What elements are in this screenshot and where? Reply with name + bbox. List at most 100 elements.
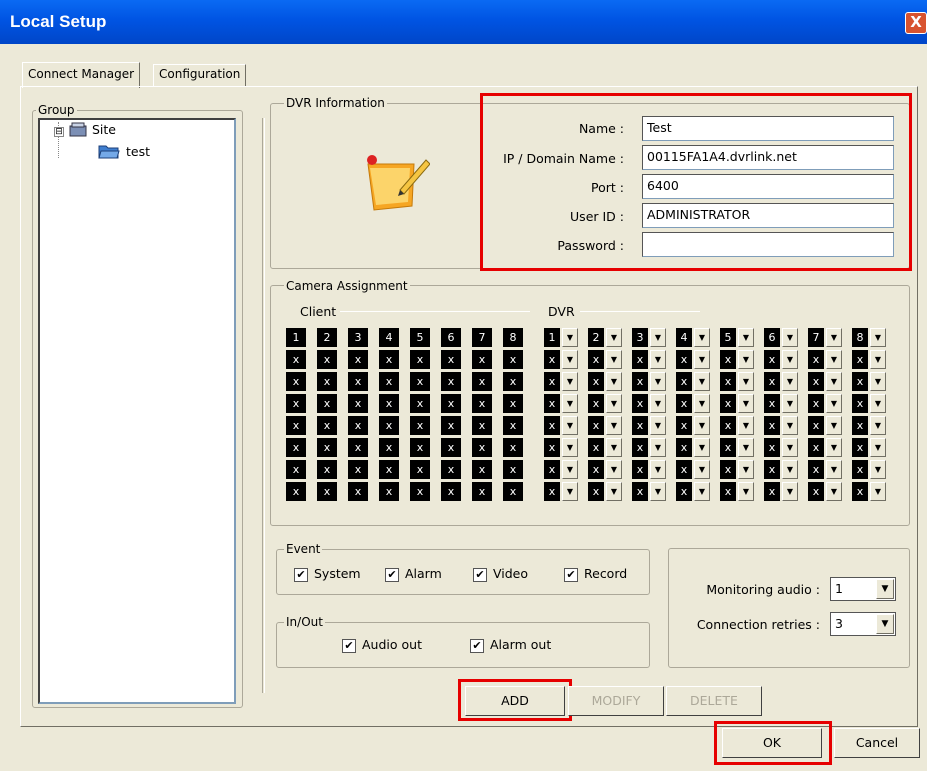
dropdown-arrow-icon[interactable]: ▼ bbox=[738, 350, 754, 369]
dvr-cell[interactable]: x bbox=[808, 460, 824, 479]
client-cell[interactable]: x bbox=[317, 372, 337, 391]
dropdown-arrow-icon[interactable]: ▼ bbox=[782, 416, 798, 435]
dropdown-arrow-icon[interactable]: ▼ bbox=[870, 438, 886, 457]
dvr-cell[interactable]: x bbox=[676, 416, 692, 435]
dvr-cell[interactable]: x bbox=[720, 394, 736, 413]
dropdown-arrow-icon[interactable]: ▼ bbox=[650, 438, 666, 457]
client-cell[interactable]: x bbox=[317, 460, 337, 479]
name-field[interactable]: Test bbox=[642, 116, 894, 141]
dropdown-arrow-icon[interactable]: ▼ bbox=[870, 328, 886, 347]
dropdown-arrow-icon[interactable]: ▼ bbox=[606, 416, 622, 435]
dropdown-arrow-icon[interactable]: ▼ bbox=[562, 460, 578, 479]
dvr-cell[interactable]: x bbox=[544, 460, 560, 479]
dropdown-arrow-icon[interactable]: ▼ bbox=[650, 482, 666, 501]
dropdown-arrow-icon[interactable]: ▼ bbox=[694, 394, 710, 413]
tree-item-site[interactable]: Site bbox=[92, 122, 116, 137]
client-cell[interactable]: x bbox=[317, 394, 337, 413]
dvr-header-cell[interactable]: 8 bbox=[852, 328, 868, 347]
record-checkbox[interactable]: ✔ Record bbox=[564, 566, 627, 582]
dropdown-arrow-icon[interactable]: ▼ bbox=[562, 350, 578, 369]
dropdown-arrow-icon[interactable]: ▼ bbox=[738, 482, 754, 501]
dvr-cell[interactable]: x bbox=[852, 438, 868, 457]
client-cell[interactable]: x bbox=[410, 372, 430, 391]
tree-item-test[interactable]: test bbox=[126, 144, 150, 159]
dropdown-arrow-icon[interactable]: ▼ bbox=[826, 328, 842, 347]
dvr-cell[interactable]: x bbox=[852, 416, 868, 435]
dvr-header-cell[interactable]: 4 bbox=[676, 328, 692, 347]
dvr-cell[interactable]: x bbox=[544, 416, 560, 435]
dvr-cell[interactable]: x bbox=[544, 372, 560, 391]
dvr-cell[interactable]: x bbox=[632, 394, 648, 413]
dvr-cell[interactable]: x bbox=[764, 482, 780, 501]
client-cell[interactable]: x bbox=[286, 350, 306, 369]
delete-button[interactable]: DELETE bbox=[666, 686, 762, 716]
dropdown-arrow-icon[interactable]: ▼ bbox=[738, 328, 754, 347]
dropdown-arrow-icon[interactable]: ▼ bbox=[738, 438, 754, 457]
dvr-cell[interactable]: x bbox=[852, 394, 868, 413]
dropdown-arrow-icon[interactable]: ▼ bbox=[870, 482, 886, 501]
ip-domain-field[interactable]: 00115FA1A4.dvrlink.net bbox=[642, 145, 894, 170]
user-id-field[interactable]: ADMINISTRATOR bbox=[642, 203, 894, 228]
dropdown-arrow-icon[interactable]: ▼ bbox=[562, 372, 578, 391]
client-cell[interactable]: x bbox=[317, 350, 337, 369]
client-cell[interactable]: x bbox=[503, 394, 523, 413]
client-cell[interactable]: x bbox=[410, 394, 430, 413]
client-cell[interactable]: x bbox=[503, 416, 523, 435]
dvr-cell[interactable]: x bbox=[588, 394, 604, 413]
dropdown-arrow-icon[interactable]: ▼ bbox=[870, 372, 886, 391]
client-cell[interactable]: x bbox=[441, 460, 461, 479]
client-cell[interactable]: x bbox=[286, 416, 306, 435]
dropdown-arrow-icon[interactable]: ▼ bbox=[562, 438, 578, 457]
dvr-header-cell[interactable]: 3 bbox=[632, 328, 648, 347]
dvr-cell[interactable]: x bbox=[720, 482, 736, 501]
dvr-cell[interactable]: x bbox=[676, 350, 692, 369]
dropdown-arrow-icon[interactable]: ▼ bbox=[606, 460, 622, 479]
client-cell[interactable]: x bbox=[317, 438, 337, 457]
client-cell[interactable]: x bbox=[503, 482, 523, 501]
dvr-cell[interactable]: x bbox=[764, 460, 780, 479]
client-cell[interactable]: x bbox=[379, 416, 399, 435]
dropdown-arrow-icon[interactable]: ▼ bbox=[826, 482, 842, 501]
dropdown-arrow-icon[interactable]: ▼ bbox=[650, 460, 666, 479]
dvr-cell[interactable]: x bbox=[544, 438, 560, 457]
dvr-cell[interactable]: x bbox=[676, 482, 692, 501]
dropdown-arrow-icon[interactable]: ▼ bbox=[826, 394, 842, 413]
dropdown-arrow-icon[interactable]: ▼ bbox=[826, 416, 842, 435]
dvr-cell[interactable]: x bbox=[588, 350, 604, 369]
dvr-header-cell[interactable]: 2 bbox=[588, 328, 604, 347]
client-cell[interactable]: x bbox=[379, 394, 399, 413]
client-cell[interactable]: x bbox=[286, 394, 306, 413]
dropdown-arrow-icon[interactable]: ▼ bbox=[826, 372, 842, 391]
client-cell[interactable]: x bbox=[348, 438, 368, 457]
dropdown-arrow-icon[interactable]: ▼ bbox=[876, 579, 894, 599]
dvr-cell[interactable]: x bbox=[764, 416, 780, 435]
client-cell[interactable]: x bbox=[472, 460, 492, 479]
client-cell[interactable]: x bbox=[472, 372, 492, 391]
dvr-cell[interactable]: x bbox=[544, 482, 560, 501]
client-cell[interactable]: x bbox=[348, 460, 368, 479]
dvr-cell[interactable]: x bbox=[544, 350, 560, 369]
dropdown-arrow-icon[interactable]: ▼ bbox=[738, 372, 754, 391]
dvr-cell[interactable]: x bbox=[632, 350, 648, 369]
dvr-cell[interactable]: x bbox=[588, 438, 604, 457]
dvr-cell[interactable]: x bbox=[632, 460, 648, 479]
dvr-cell[interactable]: x bbox=[808, 416, 824, 435]
group-tree[interactable]: ⊟ Site test bbox=[38, 118, 236, 704]
client-cell[interactable]: x bbox=[503, 438, 523, 457]
dropdown-arrow-icon[interactable]: ▼ bbox=[606, 328, 622, 347]
dropdown-arrow-icon[interactable]: ▼ bbox=[870, 460, 886, 479]
dropdown-arrow-icon[interactable]: ▼ bbox=[562, 416, 578, 435]
client-cell[interactable]: x bbox=[379, 350, 399, 369]
client-cell[interactable]: x bbox=[441, 482, 461, 501]
client-cell[interactable]: x bbox=[286, 372, 306, 391]
dropdown-arrow-icon[interactable]: ▼ bbox=[870, 350, 886, 369]
client-cell[interactable]: x bbox=[472, 394, 492, 413]
dropdown-arrow-icon[interactable]: ▼ bbox=[826, 438, 842, 457]
client-cell[interactable]: x bbox=[503, 372, 523, 391]
connection-retries-select[interactable]: 3 ▼ bbox=[830, 612, 896, 636]
client-cell[interactable]: x bbox=[379, 460, 399, 479]
client-cell[interactable]: x bbox=[379, 372, 399, 391]
dropdown-arrow-icon[interactable]: ▼ bbox=[694, 328, 710, 347]
collapse-icon[interactable]: ⊟ bbox=[54, 127, 64, 137]
dvr-cell[interactable]: x bbox=[676, 372, 692, 391]
